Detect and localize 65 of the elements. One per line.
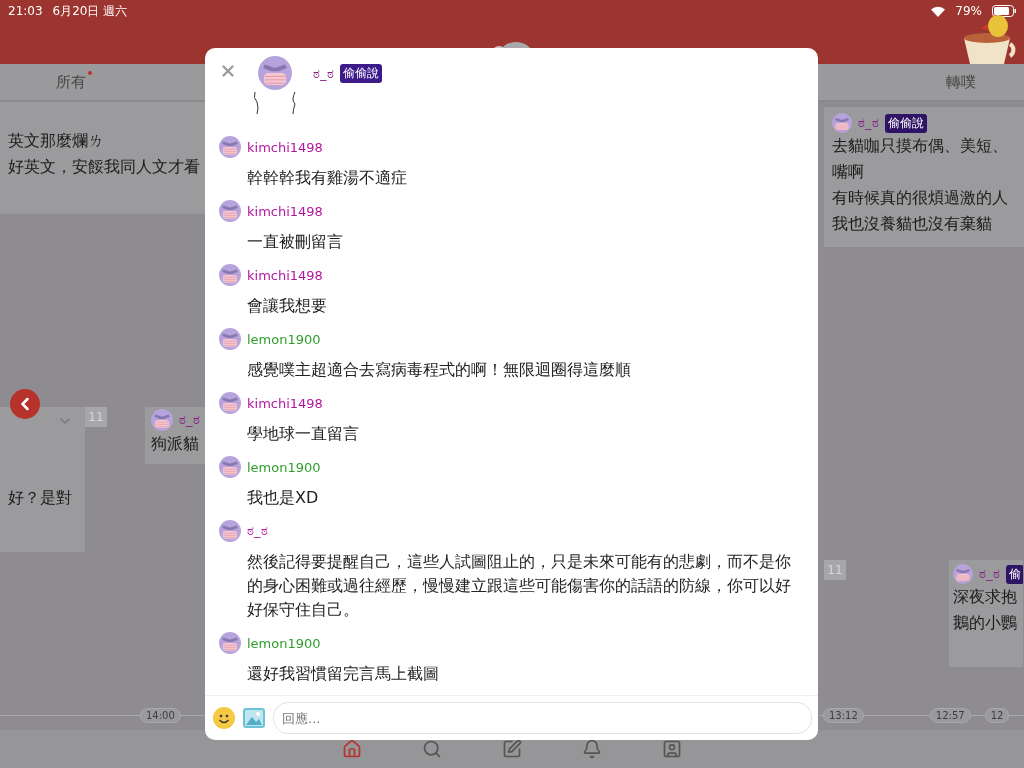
avatar-icon	[219, 136, 241, 158]
post-text: 深夜求抱	[953, 586, 1018, 608]
avatar-icon	[219, 328, 241, 350]
post-text: 去貓咖只摸布偶、美短、	[832, 135, 1009, 157]
avatar-icon	[258, 56, 292, 90]
clock-time: 21:03	[8, 4, 43, 18]
figure-drawing	[251, 90, 299, 116]
username[interactable]: ಠ_ಠ	[247, 523, 268, 539]
compose-icon[interactable]	[502, 739, 522, 759]
time-label: 13:12	[823, 708, 864, 723]
feed-tab[interactable]: 轉噗	[946, 72, 976, 92]
avatar-icon	[219, 200, 241, 222]
feed-tab[interactable]: 所有	[56, 72, 86, 92]
post-text: 好？是對	[8, 487, 73, 509]
post-text: 鵝的小鸚	[953, 612, 1018, 634]
username[interactable]: kimchi1498	[247, 395, 323, 411]
time-label: 12:57	[929, 708, 971, 723]
post-text: 好英文，安餒我同人文才看	[8, 156, 201, 178]
post-text: 英文那麼爛ㄌ	[8, 130, 105, 152]
post-text: 有時候真的很煩過激的人	[832, 187, 1009, 209]
comment-text: 幹幹幹我有雞湯不適症	[247, 167, 408, 189]
avatar-icon	[219, 264, 241, 286]
wifi-icon	[931, 5, 946, 17]
post-text: 狗派貓	[151, 433, 200, 455]
post-card: ಠ_ಠ 偷偷說 去貓咖只摸布偶、美短、 嘴啊 有時候真的很煩過激的人 我也沒養貓也沒有棄貓	[824, 107, 1024, 247]
avatar-icon	[219, 456, 241, 478]
emoji-icon[interactable]	[213, 707, 235, 729]
comment-text: 還好我習慣留完言馬上截圖	[247, 663, 440, 685]
username[interactable]: lemon1900	[247, 459, 321, 475]
username[interactable]: kimchi1498	[247, 267, 323, 283]
avatar-icon	[832, 113, 852, 133]
avatar-icon	[953, 564, 973, 584]
bell-icon[interactable]	[582, 739, 602, 759]
anonymous-tag: 偷偷說	[884, 113, 927, 133]
reply-field[interactable]: 回應...	[273, 702, 812, 734]
comment-text: 我也是XD	[247, 487, 320, 509]
battery-icon	[992, 5, 1016, 17]
author-name: ಠ_ಠ	[313, 65, 334, 82]
comment-text: 學地球一直留言	[247, 423, 360, 445]
username[interactable]: kimchi1498	[247, 139, 323, 155]
avatar-icon	[219, 632, 241, 654]
post-card: ಠ_ಠ 偷 深夜求抱 鵝的小鸚	[949, 560, 1023, 667]
anonymous-tag: 偷	[1005, 564, 1023, 584]
home-icon[interactable]	[342, 739, 362, 759]
comment-text: 會讓我想要	[247, 295, 328, 317]
back-button[interactable]	[10, 389, 40, 419]
time-label: 12	[984, 708, 1010, 723]
avatar-icon	[219, 392, 241, 414]
avatar-icon	[151, 409, 173, 431]
anonymous-tag: 偷偷說	[339, 64, 382, 83]
comment-text: 一直被刪留言	[247, 231, 344, 253]
comment-text: 感覺噗主超適合去寫病毒程式的啊！無限迴圈得這麼順	[247, 359, 632, 381]
date-text: 6月20日 週六	[52, 2, 128, 20]
post-text: 嘴啊	[832, 161, 865, 183]
post-text: 我也沒養貓也沒有棄貓	[832, 213, 993, 235]
search-icon[interactable]	[422, 739, 442, 759]
username[interactable]: lemon1900	[247, 635, 321, 651]
username[interactable]: lemon1900	[247, 331, 321, 347]
close-button[interactable]	[219, 62, 237, 80]
profile-icon[interactable]	[662, 739, 682, 759]
username[interactable]: kimchi1498	[247, 203, 323, 219]
avatar-icon	[219, 520, 241, 542]
comment-text: 然後記得要提醒自己，這些人試圖阻止的，只是未來可能有的悲劇，而不是你的身心困難或過往經歷，慢慢建立跟這些可能傷害你的話語的防線，你可以好好保守住自己。	[247, 551, 792, 621]
battery-percent: 79%	[955, 4, 982, 18]
time-label: 14:00	[140, 708, 181, 723]
